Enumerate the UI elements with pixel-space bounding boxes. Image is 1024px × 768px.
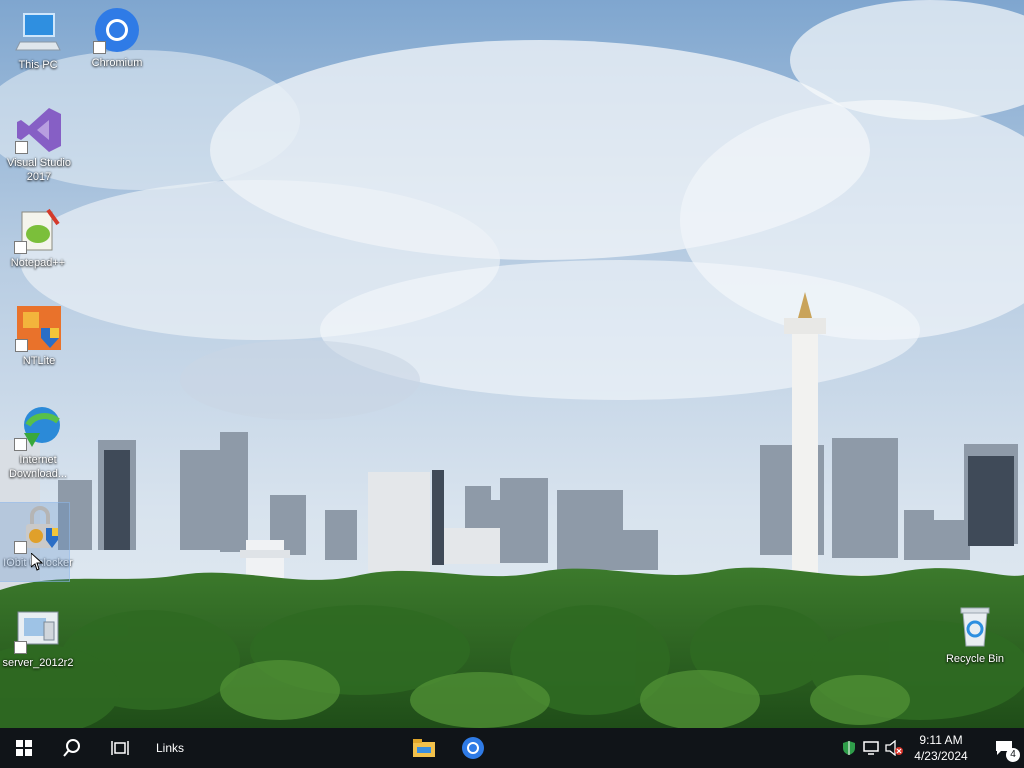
notepadpp-icon	[14, 206, 62, 254]
desktop-icon-idm[interactable]: Internet Download...	[0, 403, 76, 481]
desktop-wallpaper	[0, 0, 1024, 728]
taskbar: Links 9:11 AM 4/23/2024 4	[0, 728, 1024, 768]
shortcut-arrow-icon	[14, 438, 27, 451]
mouse-pointer-icon	[31, 553, 43, 571]
network-icon[interactable]	[860, 728, 882, 768]
ntlite-icon	[15, 304, 63, 352]
shortcut-arrow-icon	[14, 241, 27, 254]
unlocker-icon	[14, 506, 62, 554]
desktop-icon-label: NTLite	[22, 355, 56, 367]
shortcut-arrow-icon	[15, 339, 28, 352]
desktop-icon-label: server_2012r2	[2, 657, 74, 669]
desktop-icon-notepadpp[interactable]: Notepad++	[0, 206, 76, 270]
shortcut-arrow-icon	[93, 41, 106, 54]
search-button[interactable]	[48, 728, 96, 768]
search-icon	[63, 739, 80, 757]
desktop-icon-label: Recycle Bin	[945, 653, 1005, 665]
desktop-icon-visual-studio[interactable]: Visual Studio 2017	[1, 106, 77, 184]
computer-icon	[14, 8, 62, 56]
clock-time: 9:11 AM	[919, 733, 963, 747]
desktop-icon-label: Chromium	[91, 57, 143, 69]
windows-logo-icon	[16, 740, 32, 756]
desktop-icon-chromium[interactable]: Chromium	[79, 6, 155, 70]
start-button[interactable]	[0, 728, 48, 768]
desktop-icon-recycle-bin[interactable]: Recycle Bin	[937, 602, 1013, 666]
server-file-icon	[14, 606, 62, 654]
taskbar-file-explorer[interactable]	[400, 728, 448, 768]
shortcut-arrow-icon	[14, 641, 27, 654]
file-explorer-icon	[413, 739, 435, 757]
security-shield-icon[interactable]	[838, 728, 860, 768]
notification-count-badge: 4	[1006, 748, 1020, 762]
desktop-icon-label: Internet Download...	[8, 454, 68, 480]
desktop-icon-label: This PC	[18, 59, 58, 71]
task-view-button[interactable]	[96, 728, 144, 768]
desktop-icon-label: Visual Studio 2017	[6, 157, 71, 183]
chromium-icon	[93, 6, 141, 54]
internet-download-manager-icon	[14, 403, 62, 451]
taskbar-clock[interactable]: 9:11 AM 4/23/2024	[906, 732, 976, 764]
clock-date: 4/23/2024	[914, 749, 968, 763]
shortcut-arrow-icon	[14, 541, 27, 554]
task-view-icon	[111, 741, 129, 755]
recycle-bin-icon	[951, 602, 999, 650]
shortcut-arrow-icon	[15, 141, 28, 154]
system-tray: 9:11 AM 4/23/2024 4	[838, 728, 1024, 768]
desktop-icon-label: Notepad++	[10, 257, 66, 269]
volume-muted-icon[interactable]	[882, 728, 906, 768]
links-toolbar[interactable]: Links	[156, 741, 184, 755]
desktop-icon-ntlite[interactable]: NTLite	[1, 304, 77, 368]
desktop-icon-server-2012r2[interactable]: server_2012r2	[0, 606, 76, 670]
desktop-icon-this-pc[interactable]: This PC	[0, 8, 76, 72]
action-center-button[interactable]: 4	[984, 728, 1024, 768]
visual-studio-icon	[15, 106, 63, 154]
chromium-icon	[462, 737, 484, 759]
taskbar-chromium[interactable]	[449, 728, 497, 768]
